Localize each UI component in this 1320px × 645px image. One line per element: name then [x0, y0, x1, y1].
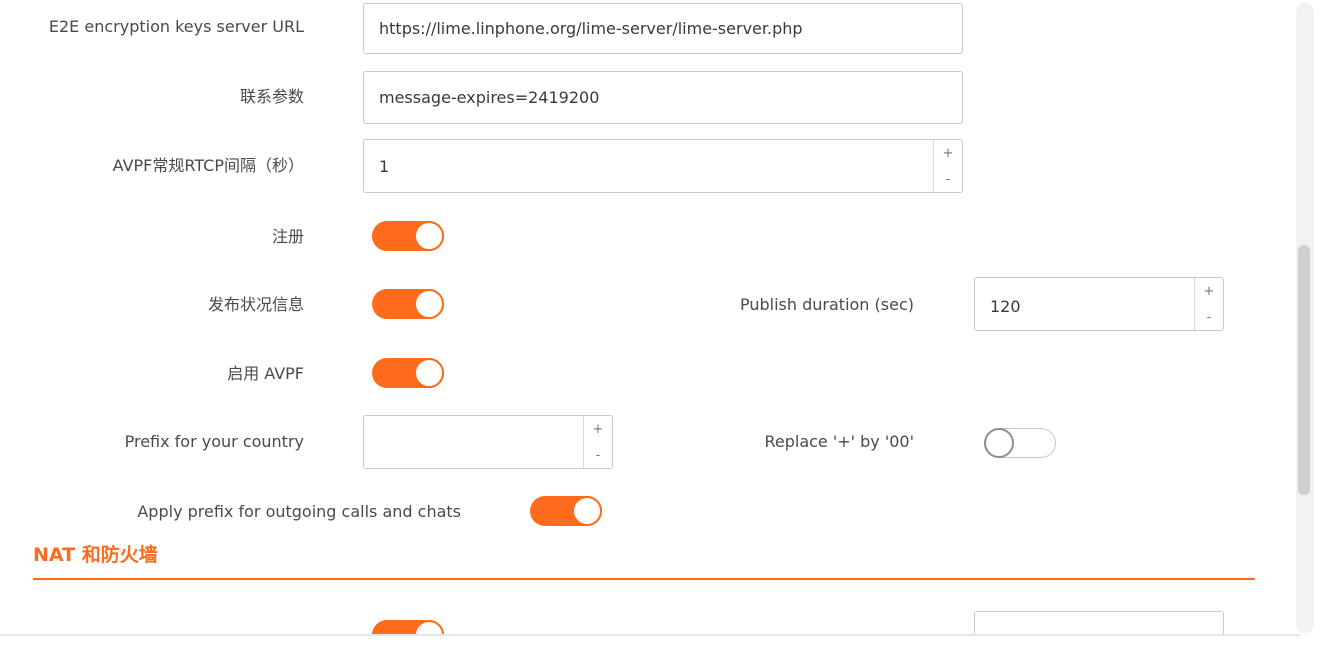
enable-avpf-toggle[interactable] — [372, 358, 444, 388]
publish-duration-stepper[interactable]: 120 + - — [974, 277, 1224, 331]
stun-server-input[interactable] — [974, 611, 1224, 634]
toggle-knob — [572, 496, 602, 526]
country-prefix-stepper[interactable]: + - — [363, 415, 613, 469]
country-prefix-label: Prefix for your country — [124, 432, 304, 451]
increment-button[interactable]: + — [934, 140, 962, 166]
avpf-interval-label: AVPF常规RTCP间隔（秒） — [112, 156, 304, 175]
publish-presence-label: 发布状况信息 — [207, 295, 304, 314]
enable-avpf-label: 启用 AVPF — [227, 364, 304, 383]
decrement-button[interactable]: - — [584, 442, 612, 468]
publish-duration-buttons: + - — [1194, 278, 1223, 330]
decrement-button[interactable]: - — [934, 166, 962, 192]
apply-prefix-toggle[interactable] — [530, 496, 602, 526]
register-label: 注册 — [271, 227, 304, 246]
avpf-interval-stepper[interactable]: 1 + - — [363, 139, 963, 193]
replace-plus-label: Replace '+' by '00' — [764, 432, 914, 451]
contact-params-label: 联系参数 — [239, 87, 304, 106]
toggle-knob — [414, 358, 444, 388]
nat-firewall-section-title: NAT 和防火墙 — [33, 544, 158, 566]
publish-duration-value: 120 — [990, 297, 1021, 316]
register-toggle[interactable] — [372, 221, 444, 251]
apply-prefix-label: Apply prefix for outgoing calls and chat… — [137, 502, 461, 521]
publish-duration-label: Publish duration (sec) — [740, 295, 914, 314]
increment-button[interactable]: + — [1195, 278, 1223, 304]
avpf-interval-buttons: + - — [933, 140, 962, 192]
section-divider — [33, 578, 1255, 580]
toggle-knob — [414, 289, 444, 319]
toggle-knob — [414, 221, 444, 251]
lime-url-label: E2E encryption keys server URL — [48, 17, 304, 36]
scrollbar-thumb[interactable] — [1298, 245, 1310, 495]
replace-plus-toggle[interactable] — [984, 428, 1056, 458]
decrement-button[interactable]: - — [1195, 304, 1223, 330]
enable-ice-toggle[interactable] — [372, 620, 444, 634]
publish-presence-toggle[interactable] — [372, 289, 444, 319]
bottom-divider — [0, 634, 1300, 636]
toggle-knob — [984, 428, 1014, 458]
avpf-interval-value: 1 — [379, 157, 390, 176]
increment-button[interactable]: + — [584, 416, 612, 442]
country-prefix-buttons: + - — [583, 416, 612, 468]
settings-panel: E2E encryption keys server URL https://l… — [0, 0, 1290, 634]
contact-params-input[interactable]: message-expires=2419200 — [363, 71, 963, 124]
lime-url-input[interactable]: https://lime.linphone.org/lime-server/li… — [363, 3, 963, 54]
toggle-knob — [414, 620, 444, 634]
